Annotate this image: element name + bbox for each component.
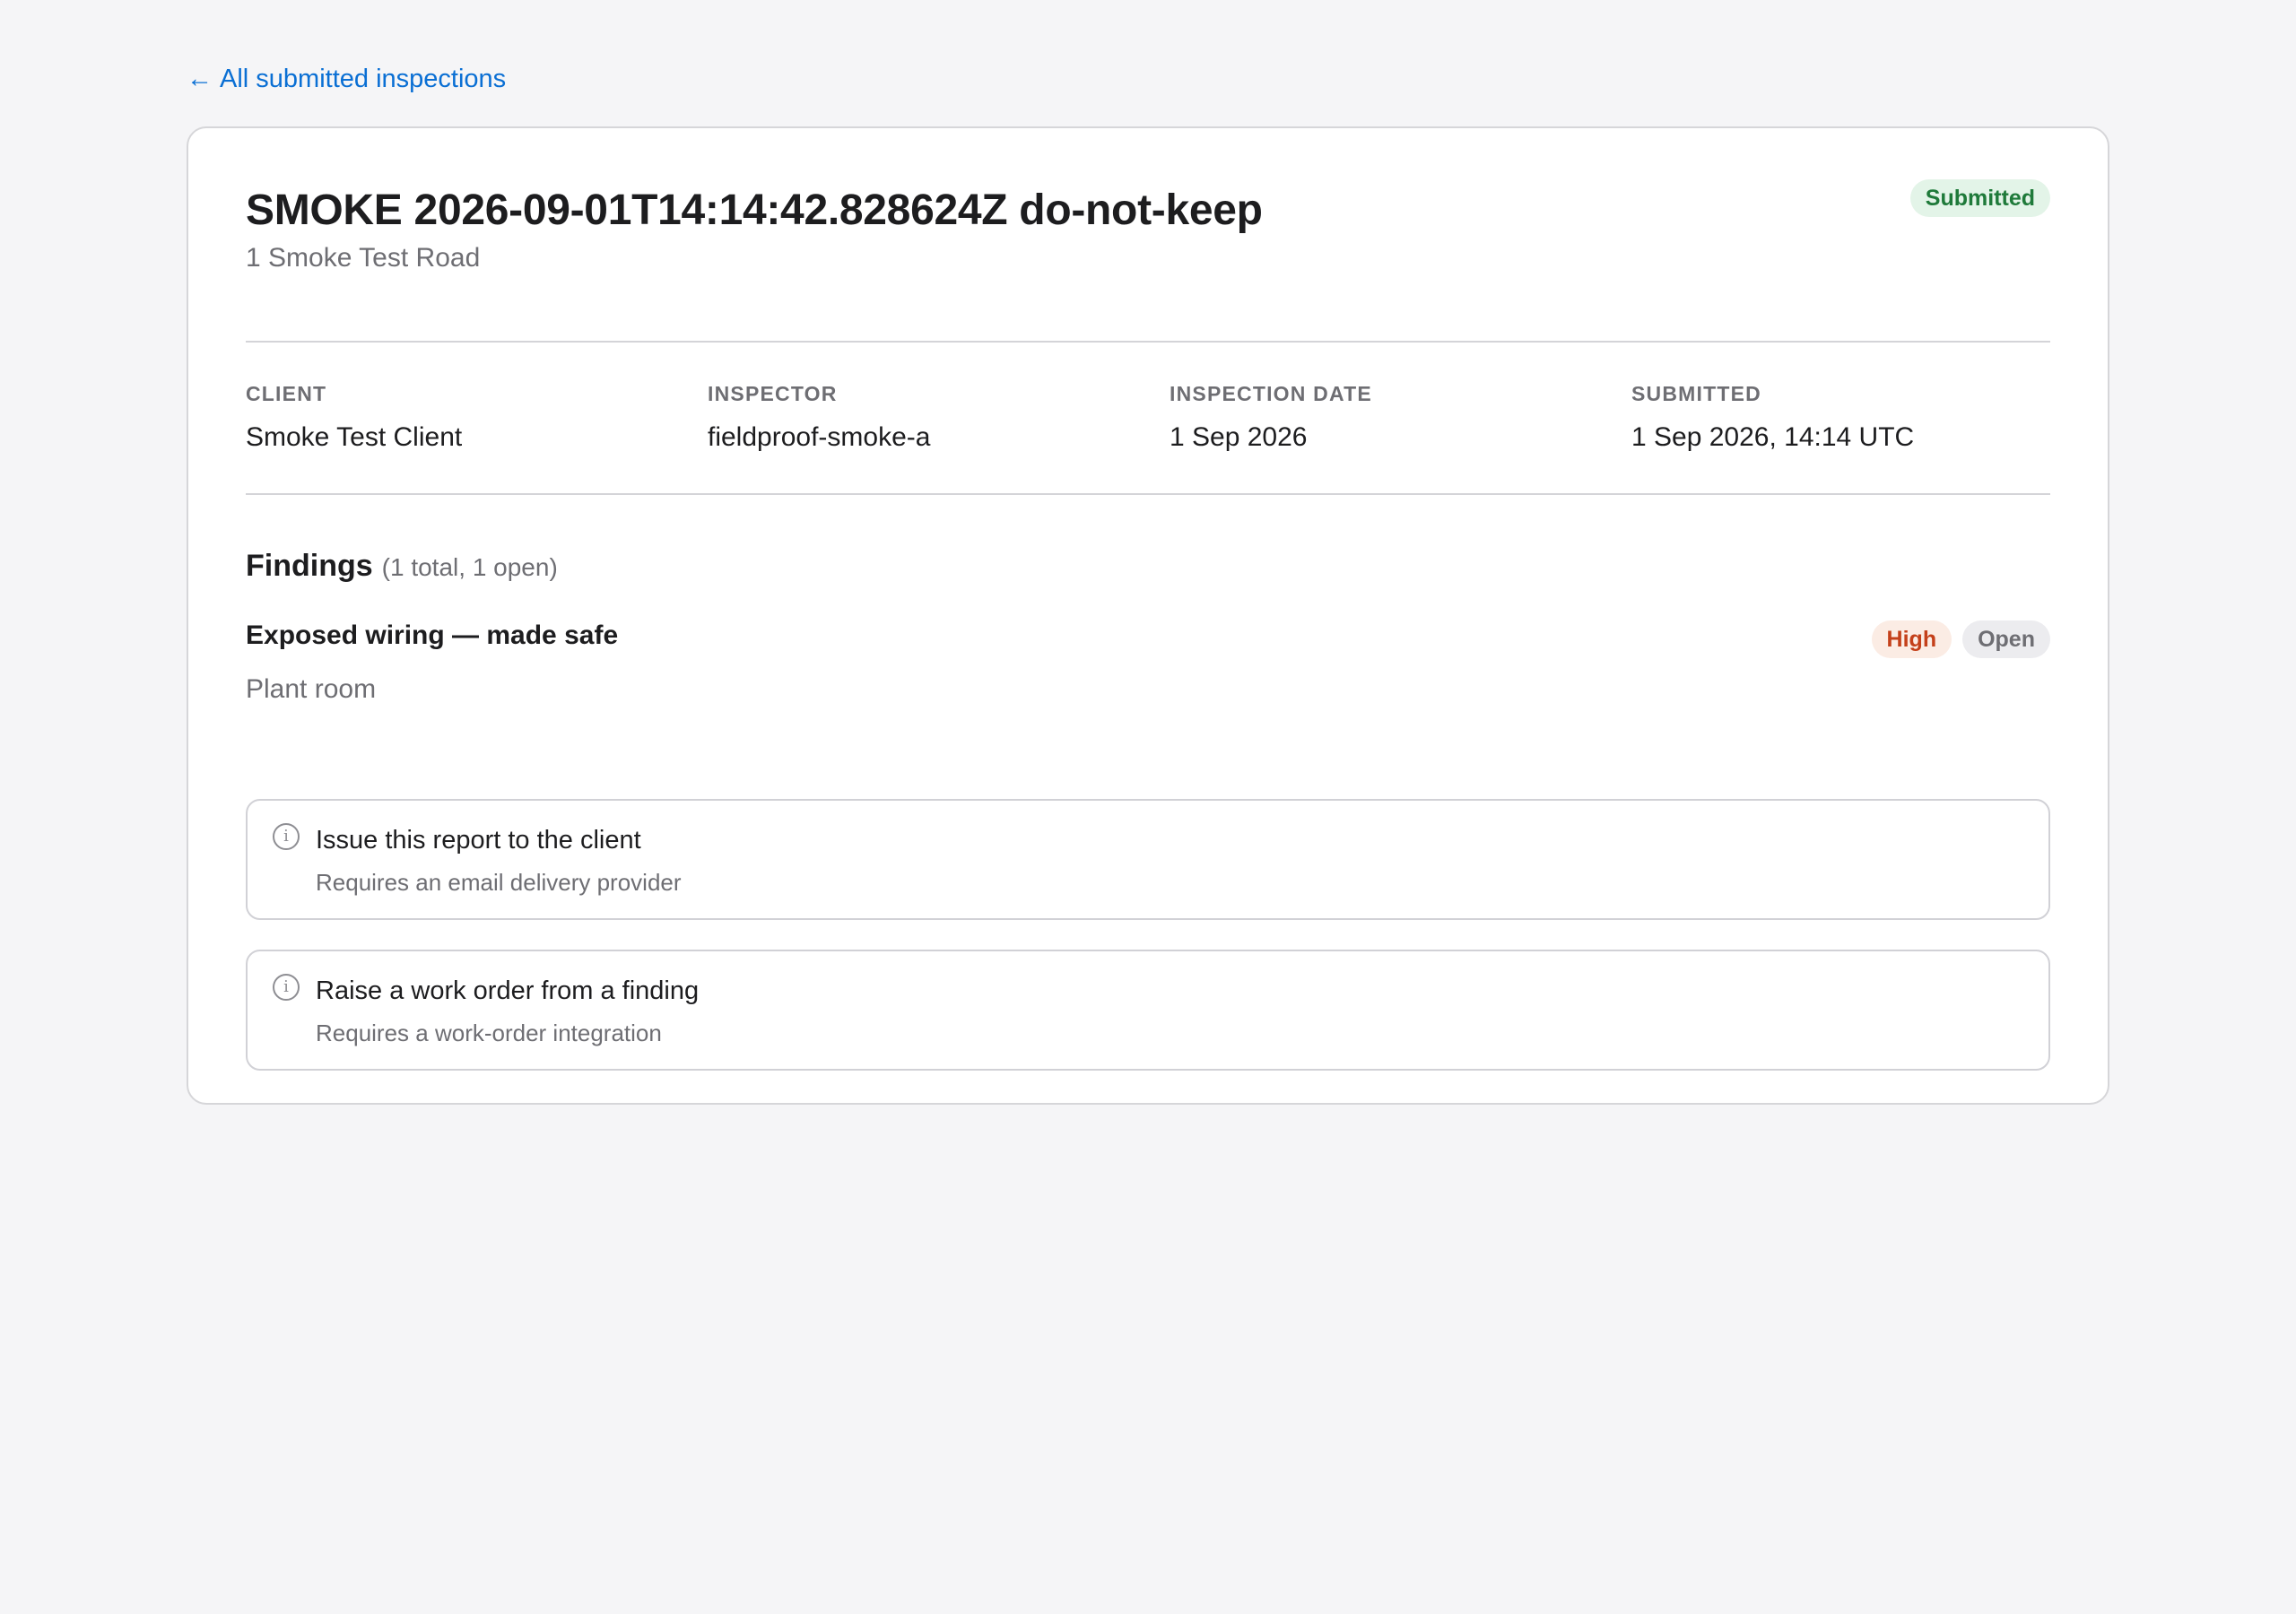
- meta-label: CLIENT: [246, 382, 327, 405]
- meta-inspection-date: INSPECTION DATE 1 Sep 2026: [1170, 382, 1372, 453]
- inspection-address: 1 Smoke Test Road: [246, 243, 481, 273]
- status-badge: Submitted: [1909, 179, 2050, 217]
- inspection-card: SMOKE 2026-09-01T14:14:42.828624Z do-not…: [187, 126, 2109, 1105]
- action-subtitle: Requires a work-order integration: [316, 1020, 662, 1046]
- finding-title: Exposed wiring — made safe: [246, 620, 619, 650]
- raise-work-order-action: i Raise a work order from a finding Requ…: [246, 950, 2050, 1071]
- findings-count: (1 total, 1 open): [381, 553, 558, 581]
- action-subtitle: Requires an email delivery provider: [316, 869, 682, 896]
- info-icon: i: [273, 974, 300, 1001]
- finding-item[interactable]: Exposed wiring — made safe Plant room Hi…: [246, 620, 2050, 719]
- arrow-left-icon: ←: [187, 64, 213, 93]
- severity-badge: High: [1871, 620, 1952, 658]
- meta-value: fieldproof-smoke-a: [708, 422, 931, 452]
- meta-inspector: INSPECTOR fieldproof-smoke-a: [708, 382, 930, 453]
- findings-heading: Findings (1 total, 1 open): [246, 549, 558, 584]
- inspection-header: SMOKE 2026-09-01T14:14:42.828624Z do-not…: [246, 128, 2050, 343]
- action-title: Issue this report to the client: [316, 826, 641, 855]
- meta-value: Smoke Test Client: [246, 422, 463, 452]
- action-title: Raise a work order from a finding: [316, 976, 700, 1005]
- findings-section: Findings (1 total, 1 open) Exposed wirin…: [246, 495, 2050, 1198]
- back-link-label: All submitted inspections: [220, 64, 507, 93]
- info-icon: i: [273, 823, 300, 850]
- meta-value: 1 Sep 2026: [1170, 422, 1308, 452]
- issue-report-action: i Issue this report to the client Requir…: [246, 799, 2050, 920]
- meta-label: SUBMITTED: [1631, 382, 1761, 405]
- back-to-inspections-link[interactable]: ← All submitted inspections: [187, 63, 506, 95]
- meta-label: INSPECTION DATE: [1170, 382, 1372, 405]
- page-title: SMOKE 2026-09-01T14:14:42.828624Z do-not…: [246, 187, 1263, 234]
- finding-badges: High Open: [1871, 620, 2050, 658]
- meta-client: CLIENT Smoke Test Client: [246, 382, 462, 453]
- meta-label: INSPECTOR: [708, 382, 838, 405]
- finding-location: Plant room: [246, 674, 377, 704]
- finding-status-badge: Open: [1962, 620, 2050, 658]
- inspection-meta: CLIENT Smoke Test Client INSPECTOR field…: [246, 343, 2050, 495]
- findings-title: Findings: [246, 549, 373, 583]
- inspection-detail-page: ← All submitted inspections SMOKE 2026-0…: [187, 63, 2109, 1105]
- meta-value: 1 Sep 2026, 14:14 UTC: [1631, 422, 1915, 452]
- meta-submitted: SUBMITTED 1 Sep 2026, 14:14 UTC: [1631, 382, 1914, 453]
